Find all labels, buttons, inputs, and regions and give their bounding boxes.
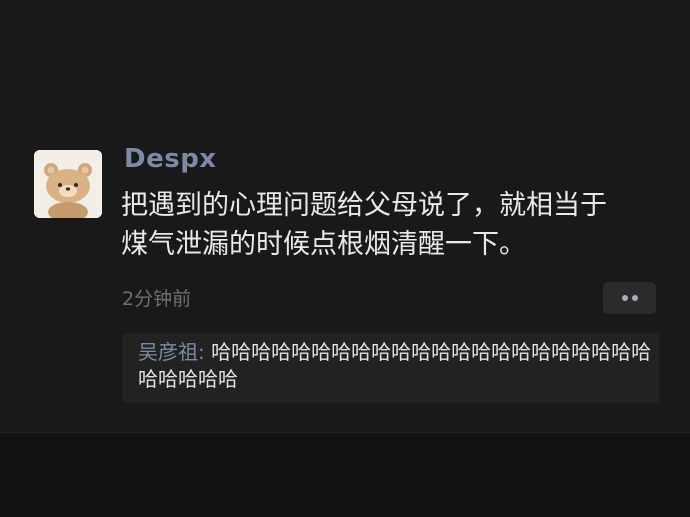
moment-post: Despx 把遇到的心理问题给父母说了，就相当于 煤气泄漏的时候点根烟清醒一下。… <box>0 0 690 432</box>
post-username[interactable]: Despx <box>124 144 217 174</box>
comment-separator: : <box>198 340 212 364</box>
more-actions-button[interactable] <box>603 282 656 314</box>
user-avatar[interactable] <box>34 150 102 218</box>
comment-author[interactable]: 吴彦祖 <box>138 340 198 364</box>
post-timestamp: 2分钟前 <box>122 288 192 310</box>
comment-item: 吴彦祖: 哈哈哈哈哈哈哈哈哈哈哈哈哈哈哈哈哈哈哈哈哈哈哈哈哈哈哈 <box>138 339 653 393</box>
comment-body: 哈哈哈哈哈哈哈哈哈哈哈哈哈哈哈哈哈哈哈哈哈哈哈哈哈哈哈 <box>138 340 652 391</box>
comment-section: 吴彦祖: 哈哈哈哈哈哈哈哈哈哈哈哈哈哈哈哈哈哈哈哈哈哈哈哈哈哈哈 <box>122 333 659 403</box>
post-content: 把遇到的心理问题给父母说了，就相当于 煤气泄漏的时候点根烟清醒一下。 <box>121 190 607 260</box>
more-dots-icon <box>622 295 628 301</box>
bear-cartoon-avatar-icon <box>34 150 102 218</box>
more-dots-icon <box>632 295 638 301</box>
bottom-area <box>0 433 690 517</box>
